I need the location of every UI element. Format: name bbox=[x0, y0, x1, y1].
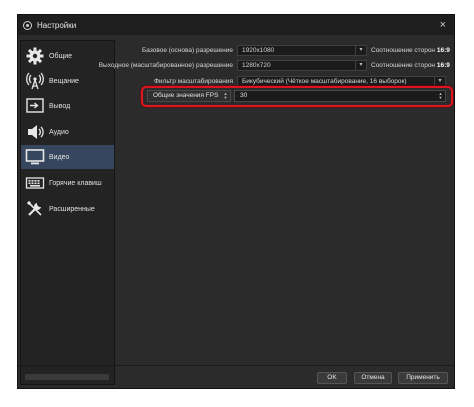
fps-value-select[interactable]: 30 ▲ ▼ bbox=[234, 90, 446, 102]
apply-button[interactable]: Применить bbox=[398, 372, 448, 384]
fps-type-select[interactable]: Общие значения FPS ▲ ▼ bbox=[147, 90, 231, 102]
monitor-icon bbox=[25, 149, 45, 165]
aspect-ratio-value: 16:9 bbox=[436, 62, 450, 69]
aspect-ratio-label: Соотношение сторон bbox=[371, 62, 436, 69]
output-aspect-ratio: Соотношение сторон 16:9 bbox=[371, 62, 450, 69]
broadcast-icon bbox=[26, 72, 44, 90]
keyboard-icon bbox=[25, 177, 45, 189]
base-resolution-label: Базовое (основа) разрешение bbox=[142, 47, 233, 54]
sidebar-item-label: Вещание bbox=[49, 77, 79, 85]
sidebar-item-label: Горячие клавиш bbox=[49, 179, 102, 187]
base-aspect-ratio: Соотношение сторон 16:9 bbox=[371, 47, 450, 54]
output-resolution-select[interactable]: 1280x720 ▾ bbox=[237, 60, 367, 71]
chevron-down-icon: ▾ bbox=[355, 61, 366, 70]
ok-button[interactable]: OK bbox=[317, 372, 347, 384]
chevron-down-icon: ▾ bbox=[434, 77, 445, 86]
sidebar-item-output[interactable]: Вывод bbox=[21, 94, 114, 118]
sidebar-item-label: Аудио bbox=[49, 128, 69, 136]
updown-arrows-icon: ▲ ▼ bbox=[438, 91, 443, 100]
sidebar-item-video[interactable]: Видео bbox=[21, 145, 114, 169]
footer-divider bbox=[18, 365, 454, 366]
settings-window: Настройки × Общие Вещание Вывод Аудио Ви… bbox=[17, 14, 455, 389]
output-resolution-label: Выходное (масштабированное) разрешение bbox=[98, 62, 233, 69]
aspect-ratio-label: Соотношение сторон bbox=[371, 47, 436, 54]
close-button[interactable]: × bbox=[440, 17, 446, 33]
title-bar: Настройки × bbox=[18, 15, 454, 35]
sidebar-scrollbar[interactable] bbox=[25, 374, 109, 380]
base-resolution-select[interactable]: 1920x1080 ▾ bbox=[237, 45, 367, 56]
aspect-ratio-value: 16:9 bbox=[436, 47, 450, 54]
updown-arrows-icon: ▲ ▼ bbox=[223, 91, 228, 100]
output-resolution-value: 1280x720 bbox=[242, 62, 271, 69]
sidebar-item-hotkeys[interactable]: Горячие клавиш bbox=[21, 171, 114, 195]
speaker-icon bbox=[28, 125, 44, 139]
sidebar-item-label: Общие bbox=[49, 52, 73, 60]
sidebar-item-advanced[interactable]: Расширенные bbox=[21, 197, 114, 221]
base-resolution-value: 1920x1080 bbox=[242, 47, 275, 54]
fps-type-value: Общие значения FPS bbox=[153, 92, 219, 99]
cancel-button[interactable]: Отмена bbox=[354, 372, 392, 384]
fps-value: 30 bbox=[240, 92, 248, 99]
output-icon bbox=[26, 98, 44, 113]
scale-filter-value: Бикубический (Чёткое масштабирование, 16… bbox=[242, 78, 407, 85]
sidebar-item-label: Расширенные bbox=[49, 205, 95, 213]
chevron-down-icon: ▾ bbox=[355, 46, 366, 55]
sidebar-item-audio[interactable]: Аудио bbox=[21, 120, 114, 144]
gear-icon bbox=[26, 47, 44, 65]
window-title: Настройки bbox=[37, 20, 77, 30]
tools-icon bbox=[26, 200, 42, 216]
scale-filter-label: Фильтр масштабирования bbox=[153, 78, 233, 85]
settings-sidebar: Общие Вещание Вывод Аудио Видео Горячие … bbox=[20, 40, 115, 385]
app-icon bbox=[23, 20, 32, 30]
sidebar-item-label: Вывод bbox=[49, 102, 71, 110]
sidebar-item-label: Видео bbox=[49, 153, 70, 161]
